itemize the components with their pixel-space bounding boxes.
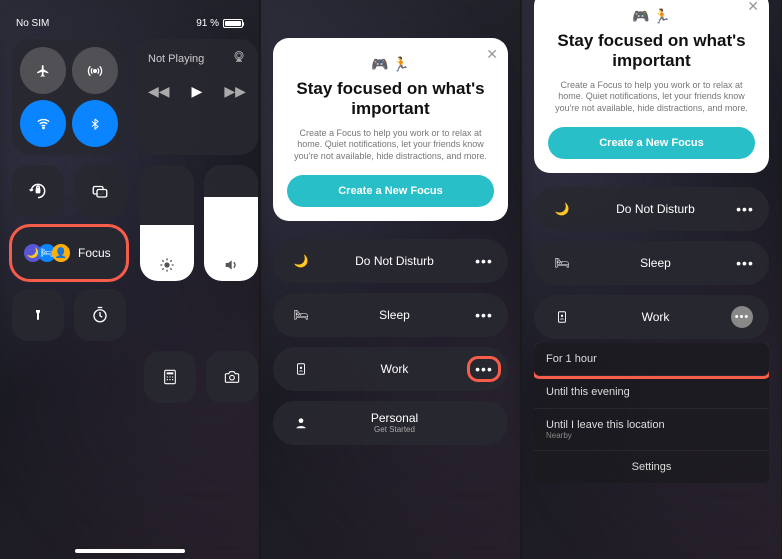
carrier-text: No SIM xyxy=(16,18,49,29)
option-label: Until I leave this location xyxy=(546,419,757,431)
rewind-icon[interactable]: ◀◀ xyxy=(148,83,170,100)
focus-item-work[interactable]: Work ••• xyxy=(534,295,769,339)
focus-tile-label: Focus xyxy=(78,246,111,260)
focus-item-label: Personal xyxy=(319,411,470,425)
more-icon[interactable]: ••• xyxy=(470,307,498,323)
timer-button[interactable] xyxy=(74,289,126,341)
focus-item-dnd[interactable]: 🌙 Do Not Disturb ••• xyxy=(534,187,769,231)
card-description: Create a Focus to help you work or to re… xyxy=(548,80,755,115)
focus-item-sleep[interactable]: 🛏 Sleep ••• xyxy=(534,241,769,285)
moon-icon: 🌙 xyxy=(283,254,319,268)
airplay-icon[interactable] xyxy=(232,49,246,63)
airplane-toggle[interactable] xyxy=(20,47,66,94)
volume-slider[interactable] xyxy=(204,165,258,281)
brightness-slider[interactable] xyxy=(140,165,194,281)
create-focus-button[interactable]: Create a New Focus xyxy=(548,127,755,159)
person-icon xyxy=(283,416,319,430)
bed-icon: 🛏 xyxy=(283,308,319,322)
forward-icon[interactable]: ▶▶ xyxy=(224,83,246,100)
moon-icon: 🌙 xyxy=(544,202,580,216)
connectivity-tile xyxy=(12,39,126,155)
focus-promo-card: ✕ 🎮 🏃 Stay focused on what's important C… xyxy=(534,0,769,173)
more-icon[interactable]: ••• xyxy=(731,255,759,271)
play-icon[interactable]: ▶ xyxy=(192,83,203,100)
card-icons: 🎮 🏃 xyxy=(287,56,494,73)
screen-mirroring-button[interactable] xyxy=(74,165,126,217)
focus-item-dnd[interactable]: 🌙 Do Not Disturb ••• xyxy=(273,239,508,283)
brightness-icon xyxy=(159,257,175,273)
badge-icon xyxy=(283,361,319,377)
badge-icon xyxy=(544,309,580,325)
panel-focus-list: ✕ 🎮 🏃 Stay focused on what's important C… xyxy=(261,0,520,559)
focus-item-label: Sleep xyxy=(319,308,470,322)
option-label: For 1 hour xyxy=(546,353,597,365)
more-icon[interactable]: ••• xyxy=(731,306,753,328)
more-icon[interactable]: ••• xyxy=(470,253,498,269)
focus-item-sublabel: Get Started xyxy=(319,425,470,434)
focus-stacked-icons: 🌙🛏👤 xyxy=(24,244,70,262)
music-tile[interactable]: Not Playing ◀◀ ▶ ▶▶ xyxy=(136,39,258,155)
orientation-lock-toggle[interactable] xyxy=(12,165,64,217)
option-for-1-hour[interactable]: For 1 hour xyxy=(534,343,769,376)
close-icon[interactable]: ✕ xyxy=(486,46,498,63)
option-sublabel: Nearby xyxy=(546,431,757,440)
focus-item-label: Work xyxy=(580,310,731,324)
home-indicator[interactable] xyxy=(75,549,185,553)
card-description: Create a Focus to help you work or to re… xyxy=(287,128,494,163)
focus-item-sleep[interactable]: 🛏 Sleep ••• xyxy=(273,293,508,337)
calculator-button[interactable] xyxy=(144,351,196,403)
bed-icon: 🛏 xyxy=(544,256,580,270)
card-title: Stay focused on what's important xyxy=(287,79,494,120)
option-label: Settings xyxy=(632,461,672,473)
flashlight-button[interactable] xyxy=(12,289,64,341)
status-bar: No SIM 91 % xyxy=(0,0,259,29)
more-icon[interactable]: ••• xyxy=(731,201,759,217)
focus-item-label: Do Not Disturb xyxy=(580,202,731,216)
more-icon[interactable]: ••• xyxy=(470,359,498,379)
panel-focus-work-options: ✕ 🎮 🏃 Stay focused on what's important C… xyxy=(522,0,781,559)
option-until-evening[interactable]: Until this evening xyxy=(534,376,769,409)
volume-icon xyxy=(223,257,239,273)
focus-tile[interactable]: 🌙🛏👤 Focus xyxy=(12,227,126,279)
wifi-toggle[interactable] xyxy=(20,100,66,147)
option-until-leave-location[interactable]: Until I leave this location Nearby xyxy=(534,409,769,451)
close-icon[interactable]: ✕ xyxy=(747,0,759,15)
focus-item-work[interactable]: Work ••• xyxy=(273,347,508,391)
focus-item-label: Work xyxy=(319,362,470,376)
battery-icon xyxy=(223,19,243,28)
create-focus-button[interactable]: Create a New Focus xyxy=(287,175,494,207)
focus-item-label: Sleep xyxy=(580,256,731,270)
card-icons: 🎮 🏃 xyxy=(548,8,755,25)
work-options-list: For 1 hour Until this evening Until I le… xyxy=(534,343,769,483)
card-title: Stay focused on what's important xyxy=(548,31,755,72)
option-settings[interactable]: Settings xyxy=(534,451,769,483)
focus-item-label: Do Not Disturb xyxy=(319,254,470,268)
camera-button[interactable] xyxy=(206,351,258,403)
bluetooth-toggle[interactable] xyxy=(72,100,118,147)
focus-item-personal[interactable]: Personal Get Started xyxy=(273,401,508,445)
battery-percent: 91 % xyxy=(196,18,219,29)
focus-promo-card: ✕ 🎮 🏃 Stay focused on what's important C… xyxy=(273,38,508,221)
panel-control-center: No SIM 91 % xyxy=(0,0,259,559)
option-label: Until this evening xyxy=(546,386,630,398)
cellular-toggle[interactable] xyxy=(72,47,118,94)
